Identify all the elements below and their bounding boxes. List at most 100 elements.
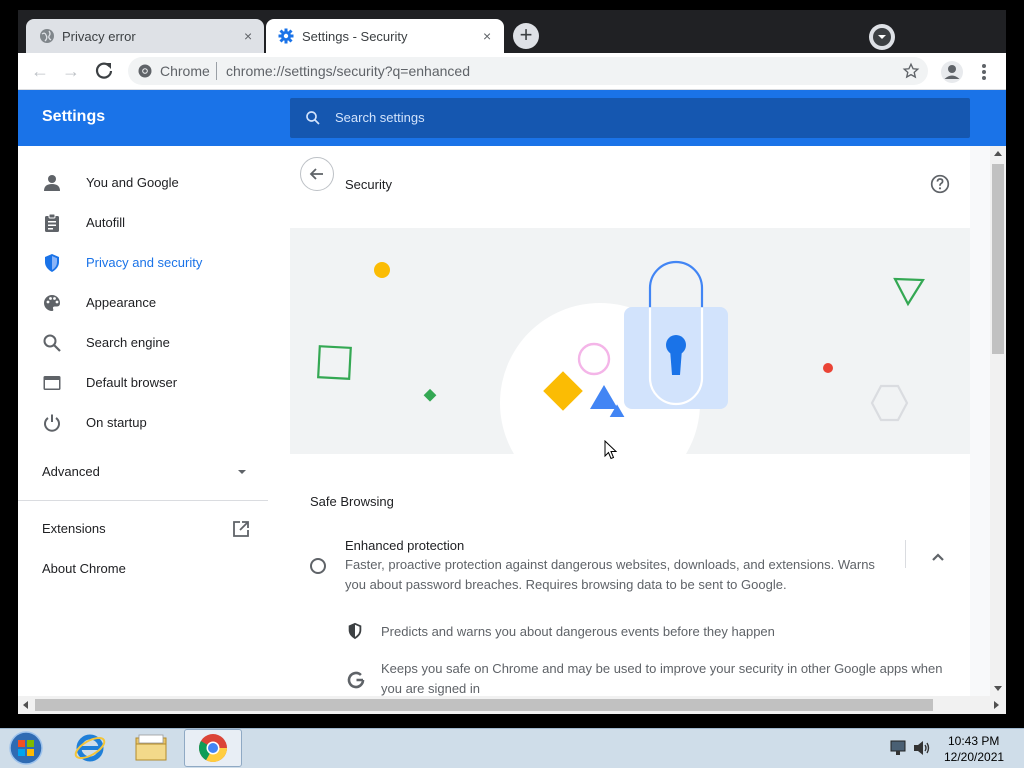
search-settings-input[interactable]: Search settings (290, 98, 970, 138)
enhanced-protection-radio[interactable] (308, 556, 328, 576)
globe-icon (40, 29, 54, 43)
scroll-right-arrow[interactable] (994, 701, 999, 709)
search-placeholder: Search settings (335, 110, 425, 125)
chrome-taskbar-button[interactable] (184, 729, 242, 767)
tab-settings-security[interactable]: Settings - Security × (266, 19, 504, 53)
shield-icon (348, 622, 362, 640)
enhanced-protection-title: Enhanced protection (345, 538, 465, 553)
search-icon (306, 111, 320, 125)
volume-icon[interactable] (912, 738, 932, 758)
sidebar-item-autofill[interactable]: Autofill (18, 203, 290, 243)
tab-title: Privacy error (62, 29, 136, 44)
about-label: About Chrome (42, 561, 126, 576)
settings-header: Settings Search settings (18, 90, 1006, 146)
settings-sidebar: You and Google Autofill Privacy and secu… (18, 146, 290, 696)
sidebar-item-label: You and Google (86, 175, 179, 190)
search-icon (43, 334, 61, 352)
settings-main: Security Safe Browsing Enhanced protecti… (290, 146, 990, 706)
sidebar-item-appearance[interactable]: Appearance (18, 283, 290, 323)
clipboard-icon (45, 213, 59, 232)
sidebar-item-label: Default browser (86, 375, 178, 390)
palette-icon (44, 295, 60, 311)
extensions-label: Extensions (42, 521, 106, 536)
tab-search-button[interactable] (869, 24, 895, 50)
tab-title: Settings - Security (302, 29, 408, 44)
divider (0, 728, 1024, 729)
sidebar-item-you-and-google[interactable]: You and Google (18, 163, 290, 203)
scroll-down-arrow[interactable] (994, 686, 1002, 691)
reload-icon[interactable] (92, 59, 116, 83)
google-g-icon (347, 671, 365, 689)
forward-icon[interactable]: → (59, 59, 83, 83)
divider (905, 540, 906, 568)
person-icon (44, 175, 60, 191)
url-text[interactable]: chrome://settings/security?q=enhanced (226, 63, 470, 79)
desktop: Privacy error × Settings - Security × + … (0, 0, 1024, 768)
enhanced-protection-description: Faster, proactive protection against dan… (345, 557, 875, 592)
internet-explorer-icon[interactable] (73, 731, 107, 765)
chevron-down-icon (238, 470, 246, 474)
detail-text: Predicts and warns you about dangerous e… (381, 624, 775, 639)
scroll-left-arrow[interactable] (23, 701, 28, 709)
security-card: Security Safe Browsing Enhanced protecti… (290, 146, 970, 706)
scroll-up-arrow[interactable] (994, 151, 1002, 156)
site-label: Chrome (160, 63, 210, 79)
horizontal-scrollbar[interactable] (18, 696, 1006, 714)
network-icon[interactable] (888, 738, 908, 758)
chevron-up-icon (932, 553, 944, 561)
sidebar-item-label: On startup (86, 415, 147, 430)
section-title: Safe Browsing (310, 494, 394, 509)
scrollbar-thumb[interactable] (35, 699, 933, 711)
star-icon[interactable] (902, 62, 920, 80)
close-icon[interactable]: × (483, 28, 491, 44)
more-menu-icon[interactable] (974, 60, 994, 84)
browser-toolbar: ← → Chrome chrome://settings/security?q=… (18, 53, 1006, 90)
tab-strip: Privacy error × Settings - Security × + (18, 10, 1006, 53)
taskbar-date: 12/20/2021 (944, 750, 1005, 764)
gear-icon (278, 28, 294, 44)
file-explorer-icon[interactable] (134, 732, 168, 764)
sidebar-item-label: Search engine (86, 335, 170, 350)
power-icon (44, 414, 60, 432)
divider (216, 62, 217, 80)
back-button[interactable] (300, 157, 334, 191)
taskbar-time: 10:43 PM (948, 734, 1000, 748)
browser-icon (43, 376, 61, 390)
start-button[interactable] (6, 730, 46, 766)
sidebar-item-about-chrome[interactable]: About Chrome (18, 548, 290, 588)
collapse-button[interactable] (926, 546, 950, 570)
scrollbar-thumb[interactable] (992, 164, 1004, 354)
sidebar-item-search-engine[interactable]: Search engine (18, 323, 290, 363)
sidebar-item-default-browser[interactable]: Default browser (18, 363, 290, 403)
open-in-new-icon (233, 521, 249, 537)
arrow-back-icon (309, 168, 323, 180)
mouse-cursor-icon (604, 440, 618, 460)
security-illustration (290, 228, 970, 454)
sidebar-item-on-startup[interactable]: On startup (18, 403, 290, 443)
windows-taskbar: 10:43 PM 12/20/2021 (0, 728, 1024, 768)
detail-text: Keeps you safe on Chrome and may be used… (381, 661, 943, 696)
tab-privacy-error[interactable]: Privacy error × (26, 19, 264, 53)
sidebar-item-extensions[interactable]: Extensions (18, 508, 290, 548)
close-icon[interactable]: × (244, 28, 252, 44)
chrome-logo-icon (199, 734, 227, 762)
advanced-label: Advanced (42, 464, 100, 479)
sidebar-advanced[interactable]: Advanced (18, 452, 290, 490)
sidebar-item-label: Appearance (86, 295, 157, 310)
page-title: Security (345, 177, 392, 192)
chrome-window: Privacy error × Settings - Security × + … (18, 10, 1006, 714)
chrome-logo-icon (138, 64, 152, 78)
profile-icon[interactable] (940, 60, 964, 84)
sidebar-item-label: Autofill (86, 215, 126, 230)
new-tab-button[interactable]: + (513, 23, 539, 49)
divider (18, 500, 268, 501)
address-bar[interactable]: Chrome chrome://settings/security?q=enha… (128, 57, 928, 85)
sidebar-item-label: Privacy and security (86, 255, 203, 270)
vertical-scrollbar[interactable] (990, 146, 1006, 696)
chevron-down-icon (873, 28, 891, 46)
sidebar-item-privacy-and-security[interactable]: Privacy and security (18, 243, 290, 283)
shield-icon (45, 254, 59, 272)
help-icon[interactable] (930, 174, 950, 194)
radio-circle (310, 558, 326, 574)
back-icon[interactable]: ← (28, 59, 52, 83)
